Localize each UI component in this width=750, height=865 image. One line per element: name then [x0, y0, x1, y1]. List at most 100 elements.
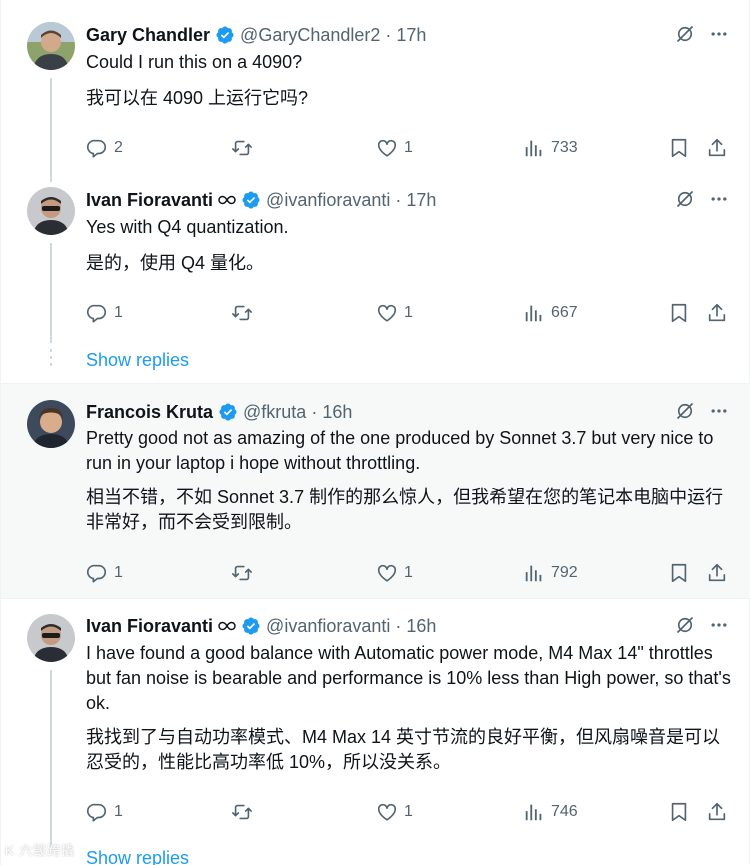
action-bar: 2 1 733 — [86, 136, 731, 160]
like-button[interactable]: 1 — [376, 800, 413, 824]
avatar[interactable] — [27, 400, 75, 448]
tweet[interactable]: Gary Chandler @GaryChandler2 · 17h Could… — [1, 0, 750, 182]
author-handle[interactable]: @ivanfioravanti — [266, 616, 390, 637]
author-name[interactable]: Ivan Fioravanti — [86, 190, 213, 211]
timestamp[interactable]: · 16h — [395, 616, 436, 637]
views-button[interactable]: 746 — [523, 800, 578, 824]
thread-line — [50, 243, 52, 343]
reply-count: 1 — [114, 304, 123, 321]
bookmark-button[interactable] — [668, 800, 696, 824]
tweet[interactable]: Francois Kruta @fkruta · 16h Pretty good… — [1, 383, 750, 598]
share-button[interactable] — [706, 800, 734, 824]
reply-icon — [86, 801, 108, 823]
views-button[interactable]: 792 — [523, 561, 578, 585]
infinity-icon — [218, 195, 236, 205]
repost-button[interactable] — [231, 800, 259, 824]
more-icon[interactable] — [709, 24, 729, 44]
bookmark-button[interactable] — [668, 136, 696, 160]
timestamp[interactable]: · 16h — [311, 402, 352, 423]
bookmark-button[interactable] — [668, 561, 696, 585]
show-replies-link[interactable]: Show replies — [86, 848, 189, 865]
bookmark-button[interactable] — [668, 301, 696, 325]
reply-count: 1 — [114, 564, 123, 581]
grok-icon[interactable] — [675, 615, 695, 635]
heart-icon — [376, 801, 398, 823]
reply-button[interactable]: 1 — [86, 301, 123, 325]
reply-button[interactable]: 1 — [86, 800, 123, 824]
repost-button[interactable] — [231, 301, 259, 325]
share-icon — [706, 302, 728, 324]
more-icon[interactable] — [709, 401, 729, 421]
views-count: 667 — [551, 304, 578, 321]
author-handle[interactable]: @GaryChandler2 — [240, 25, 380, 46]
like-button[interactable]: 1 — [376, 136, 413, 160]
tweet-translation: 我找到了与自动功率模式、M4 Max 14 英寸节流的良好平衡，但风扇噪音是可以… — [86, 727, 721, 772]
watermark: K 六毁跨撬 — [5, 843, 76, 858]
tweet-text: Pretty good not as amazing of the one pr… — [86, 428, 714, 473]
tweet-text: Could I run this on a 4090? — [86, 52, 303, 72]
views-icon — [523, 137, 545, 159]
tweet-text: Yes with Q4 quantization. — [86, 217, 289, 237]
timestamp[interactable]: · 17h — [395, 190, 436, 211]
tweet-text: I have found a good balance with Automat… — [86, 643, 731, 713]
tweet-translation: 相当不错，不如 Sonnet 3.7 制作的那么惊人，但我希望在您的笔记本电脑中… — [86, 487, 724, 532]
infinity-icon — [218, 621, 236, 631]
avatar[interactable] — [27, 187, 75, 235]
reply-icon — [86, 137, 108, 159]
reply-icon — [86, 562, 108, 584]
action-bar: 1 1 792 — [86, 561, 731, 585]
like-count: 1 — [404, 803, 413, 820]
like-count: 1 — [404, 564, 413, 581]
bookmark-icon — [668, 137, 690, 159]
reply-count: 2 — [114, 139, 123, 156]
views-icon — [523, 562, 545, 584]
author-name[interactable]: Ivan Fioravanti — [86, 616, 213, 637]
views-count: 746 — [551, 803, 578, 820]
like-button[interactable]: 1 — [376, 561, 413, 585]
author-handle[interactable]: @fkruta — [243, 402, 306, 423]
author-handle[interactable]: @ivanfioravanti — [266, 190, 390, 211]
bookmark-icon — [668, 801, 690, 823]
timestamp[interactable]: · 17h — [385, 25, 426, 46]
avatar[interactable] — [27, 22, 75, 70]
more-icon[interactable] — [709, 189, 729, 209]
share-button[interactable] — [706, 561, 734, 585]
divider — [1, 383, 750, 384]
grok-icon[interactable] — [675, 189, 695, 209]
share-button[interactable] — [706, 301, 734, 325]
show-replies-link[interactable]: Show replies — [86, 350, 189, 371]
tweet-translation: 是的，使用 Q4 量化。 — [86, 253, 265, 273]
share-icon — [706, 137, 728, 159]
more-icon[interactable] — [709, 615, 729, 635]
share-button[interactable] — [706, 136, 734, 160]
avatar[interactable] — [27, 614, 75, 662]
views-button[interactable]: 667 — [523, 301, 578, 325]
author-name[interactable]: Francois Kruta — [86, 402, 213, 423]
tweet[interactable]: Ivan Fioravanti @ivanfioravanti · 16h I … — [1, 598, 750, 865]
like-count: 1 — [404, 304, 413, 321]
reply-button[interactable]: 2 — [86, 136, 123, 160]
repost-icon — [231, 302, 253, 324]
heart-icon — [376, 302, 398, 324]
thread-dots — [50, 349, 52, 370]
tweet[interactable]: Ivan Fioravanti @ivanfioravanti · 17h Ye… — [1, 165, 750, 383]
thread-line — [50, 670, 52, 846]
repost-button[interactable] — [231, 136, 259, 160]
author-name[interactable]: Gary Chandler — [86, 25, 210, 46]
share-icon — [706, 801, 728, 823]
views-icon — [523, 801, 545, 823]
repost-icon — [231, 562, 253, 584]
views-count: 792 — [551, 564, 578, 581]
repost-button[interactable] — [231, 561, 259, 585]
grok-icon[interactable] — [675, 401, 695, 421]
views-button[interactable]: 733 — [523, 136, 578, 160]
reply-button[interactable]: 1 — [86, 561, 123, 585]
divider — [1, 598, 750, 599]
heart-icon — [376, 137, 398, 159]
like-button[interactable]: 1 — [376, 301, 413, 325]
grok-icon[interactable] — [675, 24, 695, 44]
reply-icon — [86, 302, 108, 324]
action-bar: 1 1 667 — [86, 301, 731, 325]
reply-feed: Gary Chandler @GaryChandler2 · 17h Could… — [0, 0, 750, 865]
tweet-translation: 我可以在 4090 上运行它吗? — [86, 88, 309, 108]
